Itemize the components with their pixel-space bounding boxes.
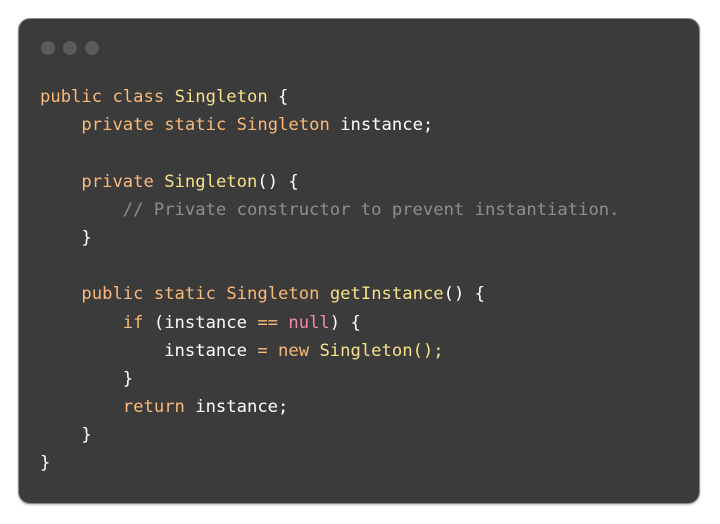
code-token: ) {	[329, 312, 361, 333]
code-token: instance;	[329, 115, 434, 136]
code-token: {	[267, 87, 289, 107]
code-token: Singleton	[174, 87, 268, 107]
code-token: (instance	[143, 312, 258, 333]
code-token: Singleton	[236, 115, 330, 136]
code-token: static	[164, 115, 227, 136]
code-token: return	[122, 397, 185, 418]
code-line: private static Singleton instance;	[40, 111, 620, 139]
code-token: new	[278, 340, 310, 361]
code-token: ();	[412, 340, 444, 361]
code-line: }	[40, 449, 620, 477]
code-token: // Private constructor to prevent instan…	[122, 199, 620, 220]
code-line: }	[40, 365, 620, 393]
code-token: getInstance	[329, 284, 444, 305]
code-line: }	[40, 421, 620, 449]
maximize-dot-icon[interactable]	[85, 41, 99, 55]
code-token: =	[257, 340, 268, 361]
code-token: }	[40, 227, 92, 248]
code-token: Singleton	[164, 171, 258, 192]
code-window: public class Singleton { private static …	[18, 18, 700, 504]
code-line: return instance;	[40, 393, 620, 421]
code-line: private Singleton() {	[40, 168, 620, 196]
code-line: }	[40, 224, 620, 252]
code-token: () {	[443, 284, 486, 305]
code-token: instance	[40, 340, 258, 361]
code-line: public class Singleton {	[40, 83, 620, 111]
code-token: public	[81, 284, 144, 305]
code-token: null	[288, 312, 330, 333]
code-line: // Private constructor to prevent instan…	[40, 196, 620, 224]
code-token: ==	[257, 312, 279, 333]
code-token: Singleton	[319, 340, 413, 361]
code-token: }	[40, 453, 51, 474]
code-block: public class Singleton { private static …	[40, 83, 620, 478]
close-dot-icon[interactable]	[41, 41, 55, 55]
window-controls	[41, 41, 99, 55]
code-line: if (instance == null) {	[40, 309, 620, 337]
code-token: instance;	[184, 397, 289, 418]
code-token: static	[153, 284, 216, 305]
code-token: public	[40, 87, 103, 107]
code-token: class	[112, 87, 165, 107]
code-line: public static Singleton getInstance() {	[40, 280, 620, 308]
minimize-dot-icon[interactable]	[63, 41, 77, 55]
code-token: private	[81, 171, 154, 192]
code-token: private	[81, 115, 154, 136]
code-token: Singleton	[226, 284, 320, 305]
code-token: () {	[257, 171, 299, 192]
code-token: }	[40, 368, 134, 389]
code-token: }	[40, 425, 92, 446]
code-token: if	[122, 312, 144, 333]
code-line: instance = new Singleton();	[40, 337, 620, 365]
